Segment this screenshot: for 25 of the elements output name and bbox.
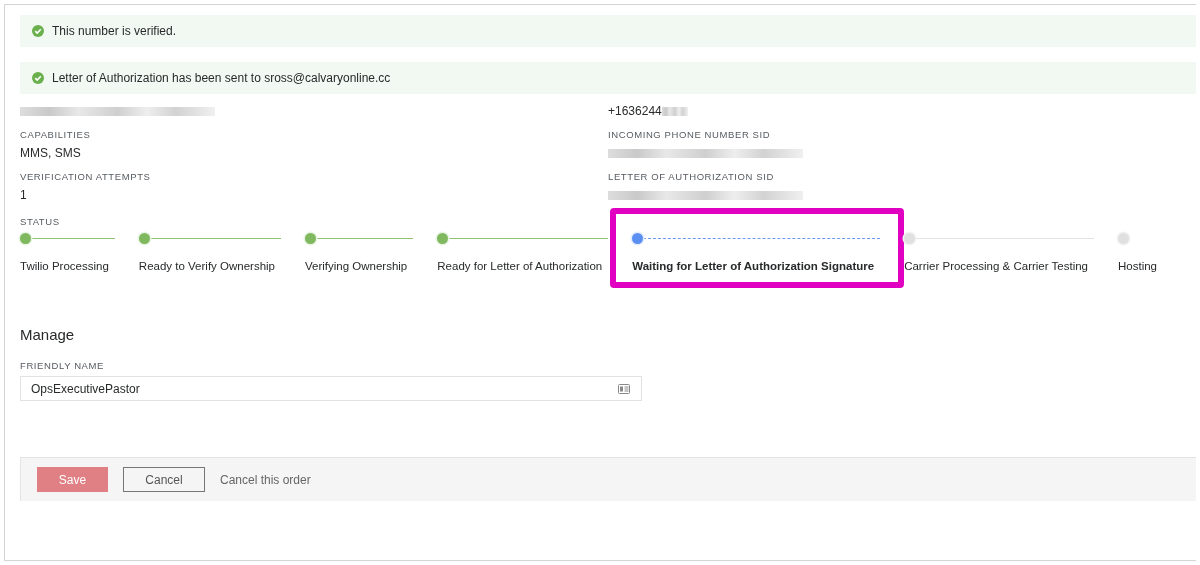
banner-message: Letter of Authorization has been sent to sross@calvaryonline.cc <box>52 71 391 85</box>
step-label: Twilio Processing <box>20 260 109 272</box>
step-label: Carrier Processing & Carrier Testing <box>904 260 1088 272</box>
cancel-order-link[interactable]: Cancel this order <box>220 472 311 487</box>
friendly-name-field[interactable]: OpsExecutivePastor <box>20 376 642 401</box>
step-label: Hosting <box>1118 260 1157 272</box>
contact-card-icon[interactable] <box>618 384 630 394</box>
status-label: STATUS <box>20 216 61 227</box>
property-label: VERIFICATION ATTEMPTS <box>20 170 152 184</box>
property-value: +1636244 <box>608 104 662 118</box>
check-circle-icon <box>32 72 44 84</box>
step-label: Verifying Ownership <box>305 260 408 272</box>
field-label: FRIENDLY NAME <box>20 360 105 371</box>
property-label: CAPABILITIES <box>20 128 92 142</box>
property-label: LETTER OF AUTHORIZATION SID <box>608 170 775 184</box>
property-label: INCOMING PHONE NUMBER SID <box>608 128 772 142</box>
step-label: Ready to Verify Ownership <box>138 260 275 272</box>
property-value: 1 <box>20 188 27 202</box>
check-circle-icon <box>32 25 44 37</box>
section-heading: Manage <box>20 326 76 345</box>
step-label: Waiting for Letter of Authorization Signature <box>632 260 875 272</box>
banner-message: This number is verified. <box>52 24 177 38</box>
step-label: Ready for Letter of Authorization <box>437 260 603 272</box>
property-value: MMS, SMS <box>20 146 81 160</box>
cancel-button[interactable]: Cancel <box>123 467 205 492</box>
